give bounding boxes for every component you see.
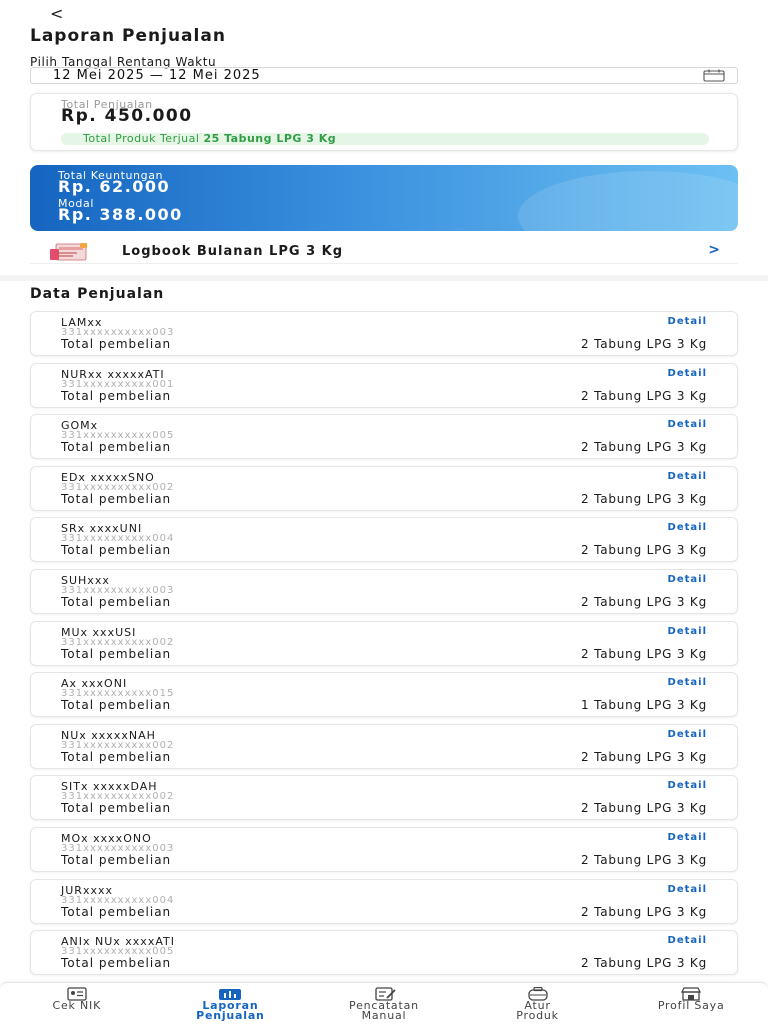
list-item: SRx xxxxUNI 331xxxxxxxxxx004 Total pembeli… (30, 517, 738, 563)
sales-data-title: Data Penjualan (30, 286, 165, 302)
purchase-label: Total pembelian (61, 337, 172, 351)
nav-item-profil-saya[interactable]: Profil Saya (614, 983, 768, 1024)
detail-button[interactable]: Detail (668, 832, 707, 843)
purchase-quantity: 2 Tabung LPG 3 Kg (581, 594, 707, 609)
list-item: GOMx 331xxxxxxxxxx005 Total pembelian 2 Tab… (30, 414, 738, 460)
purchase-label: Total pembelian (61, 594, 172, 609)
detail-button[interactable]: Detail (668, 419, 707, 430)
purchase-quantity: 2 Tabung LPG 3 Kg (581, 388, 707, 403)
list-item: EDx xxxxxSNO 331xxxxxxxxxx002 Total pembel… (30, 465, 738, 511)
nav-item-atur[interactable]: Atur Produk (461, 983, 615, 1024)
purchase-quantity: 1 Tabung LPG 3 Kg (581, 698, 707, 713)
purchase-label: Total pembelian (61, 698, 172, 713)
products-sold-label: Total Produk Terjual (83, 132, 200, 145)
sales-list: LAMxx 331xxxxxxxxxx003 Total pembelian 2 Ta… (30, 311, 738, 982)
detail-button[interactable]: Detail (668, 316, 707, 327)
detail-button[interactable]: Detail (668, 935, 707, 946)
nav-label-line2: Produk (516, 1009, 559, 1022)
list-item: Ax xxxONI 331xxxxxxxxxx015 Total pembelian… (30, 672, 738, 718)
products-sold-badge: Total Produk Terjual 25 Tabung LPG 3 Kg (61, 133, 709, 145)
purchase-label: Total pembelian (61, 801, 172, 816)
nav-label-line2: Manual (361, 1009, 407, 1022)
total-sales-card: Total Penjualan Rp. 450.000 Total Produk… (30, 93, 738, 151)
products-sold-value: 25 Tabung LPG 3 Kg (203, 132, 337, 145)
purchase-quantity: 2 Tabung LPG 3 Kg (581, 543, 707, 558)
bottom-navigation: Cek NIK Laporan Penjualan Pencatatan Manual A… (0, 982, 768, 1024)
total-sales-value: Rp. 450.000 (61, 106, 193, 126)
purchase-label: Total pembelian (61, 646, 172, 661)
list-item: MOx xxxxONO 331xxxxxxxxxx003 Total pembeli… (30, 826, 738, 872)
detail-button[interactable]: Detail (668, 471, 707, 482)
purchase-label: Total pembelian (61, 543, 172, 558)
purchase-quantity: 2 Tabung LPG 3 Kg (581, 749, 707, 764)
date-range-field[interactable]: 12 Mei 2025 — 12 Mei 2025 (30, 67, 738, 84)
capital-value: Rp. 388.000 (58, 205, 183, 224)
nav-item-laporan[interactable]: Laporan Penjualan (154, 983, 308, 1024)
purchase-label: Total pembelian (61, 904, 172, 919)
logbook-link[interactable]: Logbook Bulanan LPG 3 Kg > (30, 240, 738, 264)
purchase-label: Total pembelian (61, 852, 172, 867)
detail-button[interactable]: Detail (668, 780, 707, 791)
calendar-icon[interactable] (703, 69, 725, 82)
back-button[interactable]: < (50, 4, 63, 23)
list-item: ANIx NUx xxxxATI 331xxxxxxxxxx005 Total pe… (30, 930, 738, 976)
profit-card: Total Keuntungan Rp. 62.000 Modal Rp. 38… (30, 165, 738, 231)
list-item: MUx xxxUSI 331xxxxxxxxxx002 Total pembelia… (30, 620, 738, 666)
detail-button[interactable]: Detail (668, 884, 707, 895)
list-item: JURxxxx 331xxxxxxxxxx004 Total pembelian 2 … (30, 878, 738, 924)
purchase-label: Total pembelian (61, 440, 172, 455)
list-item: NUx xxxxxNAH 331xxxxxxxxxx002 Total pembel… (30, 723, 738, 769)
logbook-label: Logbook Bulanan LPG 3 Kg (122, 244, 344, 259)
purchase-quantity: 2 Tabung LPG 3 Kg (581, 904, 707, 919)
profit-value: Rp. 62.000 (58, 177, 171, 196)
section-divider (0, 275, 768, 281)
purchase-quantity: 2 Tabung LPG 3 Kg (581, 852, 707, 867)
purchase-label: Total pembelian (61, 491, 172, 506)
nav-label: Profil Saya (657, 999, 725, 1012)
nav-label: Cek NIK (52, 999, 102, 1012)
chevron-right-icon: > (708, 242, 720, 258)
detail-button[interactable]: Detail (668, 522, 707, 533)
detail-button[interactable]: Detail (668, 626, 707, 637)
list-item: SITx xxxxxDAH 331xxxxxxxxxx002 Total pembe… (30, 775, 738, 821)
date-range-value: 12 Mei 2025 — 12 Mei 2025 (53, 68, 261, 83)
purchase-quantity: 2 Tabung LPG 3 Kg (581, 440, 707, 455)
logbook-icon (50, 243, 87, 261)
detail-button[interactable]: Detail (668, 677, 707, 688)
card-wave-decoration (518, 171, 738, 231)
purchase-quantity: 2 Tabung LPG 3 Kg (581, 491, 707, 506)
purchase-label: Total pembelian (61, 388, 172, 403)
detail-button[interactable]: Detail (668, 729, 707, 740)
purchase-quantity: 2 Tabung LPG 3 Kg (581, 956, 707, 971)
purchase-label: Total pembelian (61, 749, 172, 764)
detail-button[interactable]: Detail (668, 574, 707, 585)
list-item: SUHxxx 331xxxxxxxxxx003 Total pembelian 2 T… (30, 568, 738, 614)
detail-button[interactable]: Detail (668, 368, 707, 379)
list-item: LAMxx 331xxxxxxxxxx003 Total pembelian 2 Ta… (30, 311, 738, 356)
purchase-quantity: 2 Tabung LPG 3 Kg (581, 801, 707, 816)
purchase-quantity: 2 Tabung LPG 3 Kg (581, 646, 707, 661)
page-title: Laporan Penjualan (30, 26, 226, 46)
list-item: NURxx xxxxxATI 331xxxxxxxxxx001 Total pemb… (30, 362, 738, 408)
nav-label-line2: Penjualan (196, 1009, 265, 1022)
nav-item-cek-nik[interactable]: Cek NIK (0, 983, 154, 1024)
nav-item-pencatatan[interactable]: Pencatatan Manual (307, 983, 461, 1024)
purchase-label: Total pembelian (61, 956, 172, 971)
purchase-quantity: 2 Tabung LPG 3 Kg (581, 337, 707, 351)
